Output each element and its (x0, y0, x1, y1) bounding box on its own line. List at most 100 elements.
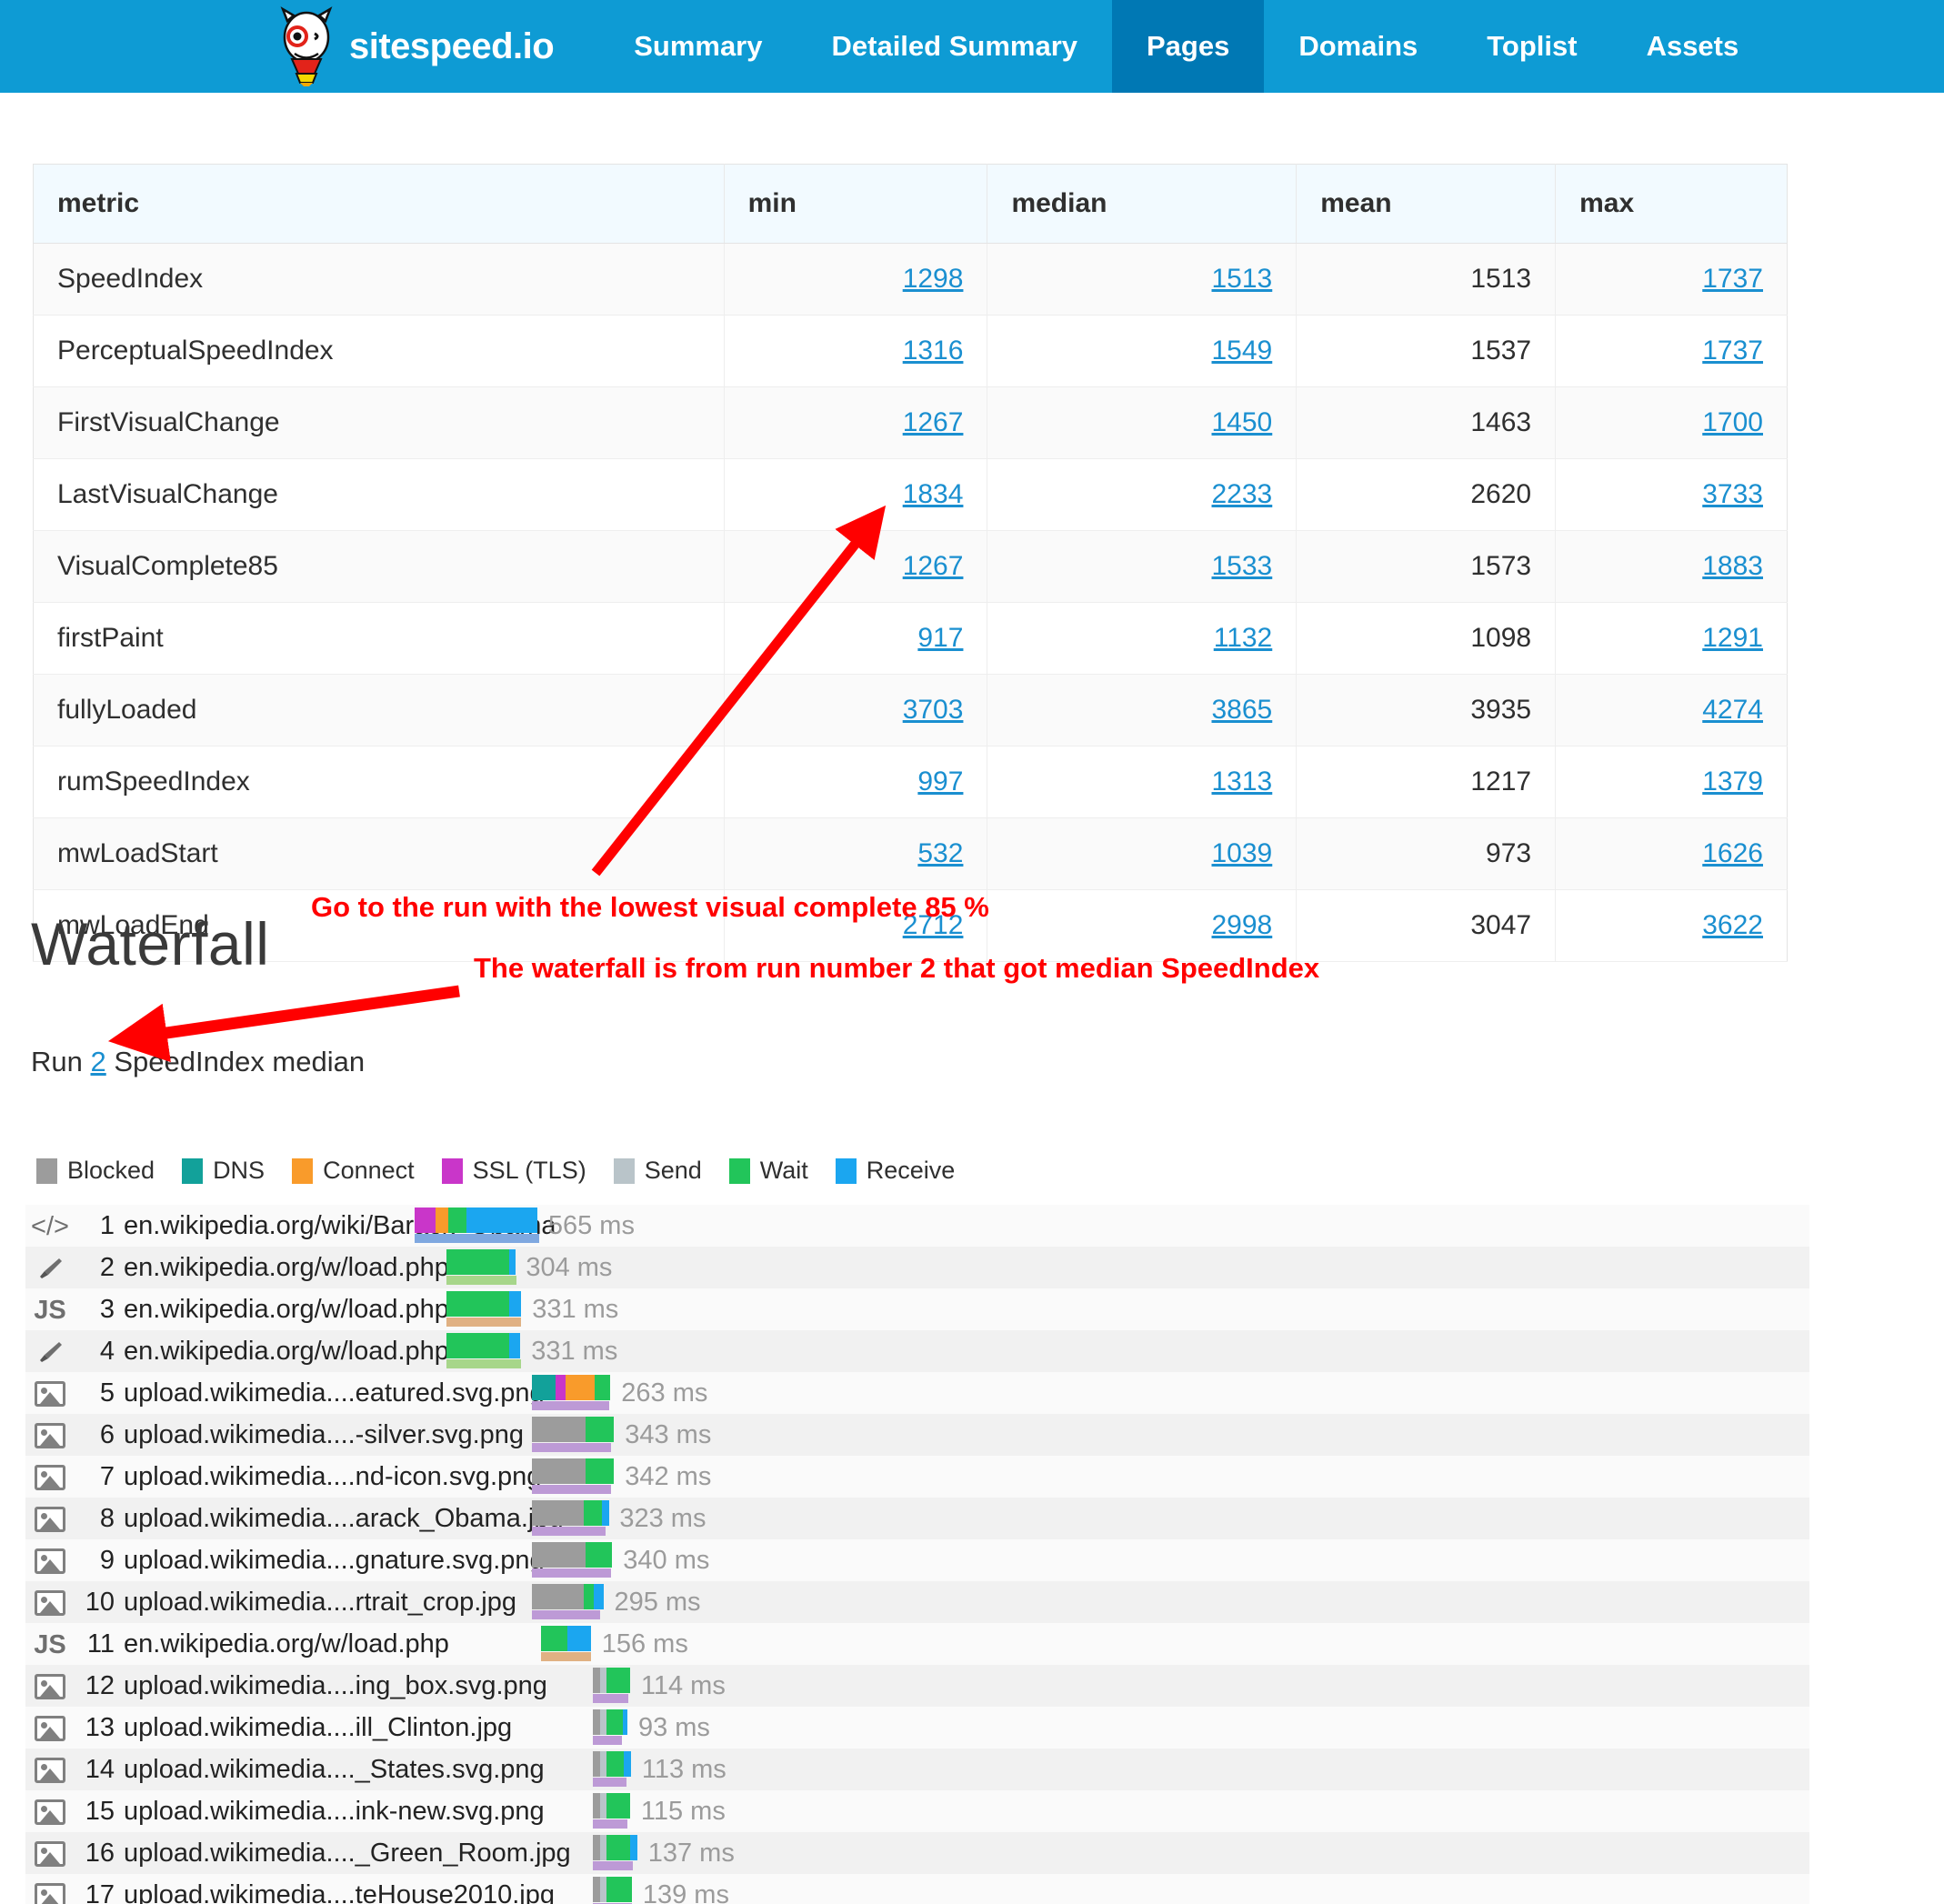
waterfall-row[interactable]: 8 upload.wikimedia....arack_Obama.jpg 323 … (25, 1498, 1809, 1539)
value-link-max[interactable]: 4274 (1702, 695, 1763, 725)
cell-max[interactable]: 4274 (1555, 674, 1788, 747)
value-link-min[interactable]: 997 (917, 767, 963, 797)
cell-max[interactable]: 1626 (1555, 817, 1788, 890)
waterfall-bar-connection (592, 1819, 628, 1829)
cell-max[interactable]: 3733 (1555, 458, 1788, 531)
cell-min[interactable]: 997 (724, 746, 988, 818)
waterfall-bars: 137 ms (25, 1832, 1809, 1874)
value-link-min[interactable]: 917 (917, 623, 963, 653)
value-link-min[interactable]: 3703 (903, 695, 964, 725)
value-link-median[interactable]: 1533 (1212, 551, 1273, 581)
value-link-max[interactable]: 1626 (1702, 838, 1763, 868)
bar-segment-blocked (592, 1668, 600, 1693)
waterfall-row[interactable]: 14 upload.wikimedia...._States.svg.png 113… (25, 1749, 1809, 1790)
waterfall-row[interactable]: 6 upload.wikimedia....-silver.svg.png 343 … (25, 1414, 1809, 1456)
column-header-min: min (724, 164, 988, 244)
value-link-max[interactable]: 1700 (1702, 407, 1763, 437)
waterfall-row[interactable]: 2 en.wikipedia.org/w/load.php 304 ms (25, 1247, 1809, 1288)
cell-median[interactable]: 1132 (987, 602, 1298, 675)
run-number-link[interactable]: 2 (90, 1046, 105, 1077)
value-link-median[interactable]: 1513 (1212, 264, 1273, 294)
value-link-min[interactable]: 1267 (903, 551, 964, 581)
value-link-min[interactable]: 1298 (903, 264, 964, 294)
value-link-median[interactable]: 2998 (1212, 910, 1273, 940)
cell-median[interactable]: 1450 (987, 386, 1298, 459)
cell-max[interactable]: 3622 (1555, 889, 1788, 962)
waterfall-row[interactable]: 4 en.wikipedia.org/w/load.php 331 ms (25, 1330, 1809, 1372)
cell-max[interactable]: 1737 (1555, 315, 1788, 387)
value-link-min[interactable]: 1267 (903, 407, 964, 437)
nav-item-pages[interactable]: Pages (1112, 0, 1265, 93)
value-link-min[interactable]: 1834 (903, 479, 964, 509)
cell-min[interactable]: 1316 (724, 315, 988, 387)
bar-segment-send (599, 1835, 606, 1860)
value-link-median[interactable]: 1132 (1214, 623, 1273, 653)
cell-median[interactable]: 2998 (987, 889, 1298, 962)
cell-max[interactable]: 1883 (1555, 530, 1788, 603)
value-link-max[interactable]: 3622 (1702, 910, 1763, 940)
brand-logo[interactable]: sitespeed.io (273, 0, 563, 93)
waterfall-bars: 304 ms (25, 1247, 1809, 1288)
waterfall-bars: 295 ms (25, 1581, 1809, 1623)
nav-item-toplist[interactable]: Toplist (1452, 0, 1611, 93)
cell-min[interactable]: 1298 (724, 243, 988, 316)
value-link-max[interactable]: 3733 (1702, 479, 1763, 509)
cell-min[interactable]: 3703 (724, 674, 988, 747)
value-link-median[interactable]: 1039 (1212, 838, 1273, 868)
value-link-median[interactable]: 1549 (1212, 336, 1273, 366)
value-link-median[interactable]: 3865 (1212, 695, 1273, 725)
waterfall-row[interactable]: 16 upload.wikimedia...._Green_Room.jpg 137… (25, 1832, 1809, 1874)
cell-max[interactable]: 1737 (1555, 243, 1788, 316)
value-link-median[interactable]: 1450 (1212, 407, 1273, 437)
cell-max[interactable]: 1291 (1555, 602, 1788, 675)
cell-min[interactable]: 1267 (724, 386, 988, 459)
cell-max[interactable]: 1379 (1555, 746, 1788, 818)
cell-median[interactable]: 1533 (987, 530, 1298, 603)
cell-min[interactable]: 917 (724, 602, 988, 675)
value-link-max[interactable]: 1737 (1702, 336, 1763, 366)
value-link-max[interactable]: 1291 (1702, 623, 1763, 653)
cell-median[interactable]: 1039 (987, 817, 1298, 890)
bar-segment-blocked (532, 1584, 585, 1609)
cell-min[interactable]: 1834 (724, 458, 988, 531)
waterfall-row[interactable]: </> 1 en.wikipedia.org/wiki/Barack_Obama 56… (25, 1205, 1809, 1247)
nav-item-assets[interactable]: Assets (1612, 0, 1774, 93)
cell-median[interactable]: 1513 (987, 243, 1298, 316)
cell-median[interactable]: 1313 (987, 746, 1298, 818)
cell-min[interactable]: 1267 (724, 530, 988, 603)
bar-segment-send (599, 1709, 606, 1735)
waterfall-bars: 114 ms (25, 1665, 1809, 1707)
cell-median[interactable]: 3865 (987, 674, 1298, 747)
nav-item-domains[interactable]: Domains (1264, 0, 1452, 93)
waterfall-row[interactable]: 7 upload.wikimedia....nd-icon.svg.png 342 … (25, 1456, 1809, 1498)
waterfall-row[interactable]: 5 upload.wikimedia....eatured.svg.png 263 … (25, 1372, 1809, 1414)
value-link-min[interactable]: 1316 (903, 336, 964, 366)
bar-segment-receive (508, 1291, 522, 1317)
value-link-max[interactable]: 1379 (1702, 767, 1763, 797)
top-navbar: sitespeed.io Summary Detailed Summary Pa… (0, 0, 1944, 93)
waterfall-row[interactable]: 10 upload.wikimedia....rtrait_crop.jpg 295… (25, 1581, 1809, 1623)
waterfall-row[interactable]: 9 upload.wikimedia....gnature.svg.png 340 … (25, 1539, 1809, 1581)
waterfall-bar (532, 1375, 611, 1400)
waterfall-row[interactable]: JS 11 en.wikipedia.org/w/load.php 156 ms (25, 1623, 1809, 1665)
cell-median[interactable]: 1549 (987, 315, 1298, 387)
value-link-min[interactable]: 532 (917, 838, 963, 868)
cell-max[interactable]: 1700 (1555, 386, 1788, 459)
waterfall-row[interactable]: 12 upload.wikimedia....ing_box.svg.png 114… (25, 1665, 1809, 1707)
value-link-max[interactable]: 1883 (1702, 551, 1763, 581)
waterfall-row[interactable]: 13 upload.wikimedia....ill_Clinton.jpg 93 … (25, 1707, 1809, 1749)
waterfall-row[interactable]: 15 upload.wikimedia....ink-new.svg.png 115… (25, 1790, 1809, 1832)
value-link-median[interactable]: 2233 (1212, 479, 1273, 509)
cell-median[interactable]: 2233 (987, 458, 1298, 531)
bar-segment-receive (567, 1626, 591, 1651)
value-link-median[interactable]: 1313 (1212, 767, 1273, 797)
waterfall-bar (532, 1458, 615, 1484)
waterfall-row[interactable]: 17 upload.wikimedia....teHouse2010.jpg 139… (25, 1874, 1809, 1904)
nav-item-summary[interactable]: Summary (599, 0, 797, 93)
nav-item-detailed-summary[interactable]: Detailed Summary (797, 0, 1113, 93)
bar-segment-blocked (592, 1793, 600, 1819)
waterfall-row[interactable]: JS 3 en.wikipedia.org/w/load.php 331 ms (25, 1288, 1809, 1330)
waterfall-bars: 331 ms (25, 1288, 1809, 1330)
cell-min[interactable]: 532 (724, 817, 988, 890)
value-link-max[interactable]: 1737 (1702, 264, 1763, 294)
